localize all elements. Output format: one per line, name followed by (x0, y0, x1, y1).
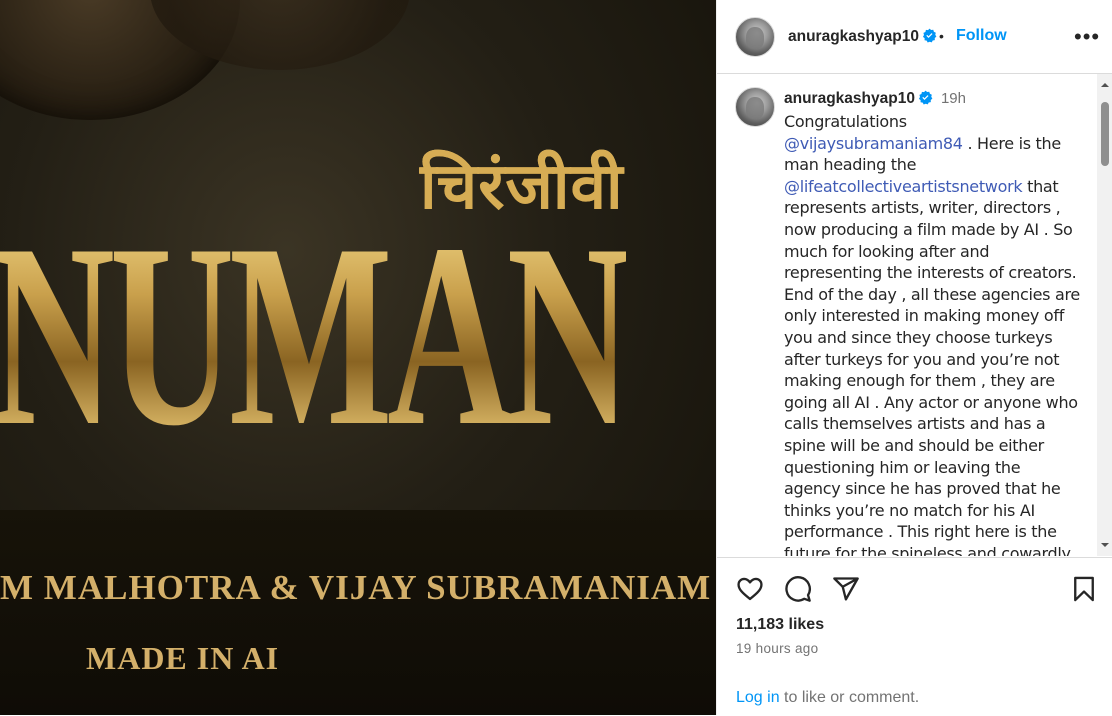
scroll-down-arrow-icon[interactable] (1100, 540, 1110, 550)
poster-main-title: NUMAN (0, 200, 632, 470)
avatar[interactable] (735, 17, 775, 57)
scroll-up-arrow-icon[interactable] (1100, 80, 1110, 90)
bookmark-icon[interactable] (1070, 575, 1098, 603)
comments-scrollbar[interactable] (1097, 74, 1112, 556)
scrollbar-thumb[interactable] (1101, 102, 1109, 166)
poster-credits: M MALHOTRA & VIJAY SUBRAMANIAM (0, 568, 712, 607)
post-image[interactable]: चिरंजीवी NUMAN M MALHOTRA & VIJAY SUBRAM… (0, 0, 716, 715)
verified-badge-icon (918, 90, 933, 105)
caption-header: anuragkashyap10 19h (784, 90, 966, 108)
caption-text-part: Congratulations (784, 112, 907, 131)
login-link[interactable]: Log in (736, 689, 780, 706)
post-header: anuragkashyap10 • Follow ••• (717, 0, 1112, 74)
heart-icon[interactable] (736, 575, 764, 603)
likes-count[interactable]: 11,183 likes (736, 616, 824, 634)
poster-bottom-band (0, 510, 716, 715)
caption-time[interactable]: 19h (941, 90, 966, 107)
verified-badge-icon (922, 28, 937, 43)
follow-button[interactable]: Follow (956, 27, 1007, 45)
post-timestamp[interactable]: 19 hours ago (736, 641, 818, 656)
poster-tagline: MADE IN AI (86, 640, 280, 676)
comment-icon[interactable] (784, 575, 812, 603)
caption-avatar[interactable] (735, 87, 775, 127)
caption-text: Congratulations @vijaysubramaniam84 . He… (784, 111, 1080, 556)
header-username-wrap[interactable]: anuragkashyap10 (788, 28, 937, 46)
share-icon[interactable] (832, 575, 860, 603)
mention-link[interactable]: @lifeatcollectiveartistsnetwork (784, 177, 1023, 196)
login-prompt: Log in to like or comment. (736, 689, 919, 707)
post-side-panel: anuragkashyap10 • Follow ••• anuragkashy… (716, 0, 1112, 715)
mention-link[interactable]: @vijaysubramaniam84 (784, 134, 963, 153)
comments-section[interactable]: anuragkashyap10 19h Congratulations @vija… (717, 74, 1112, 556)
caption-text-part: that represents artists, writer, directo… (784, 176, 1080, 556)
login-suffix: to like or comment. (779, 689, 920, 706)
post-actions: 11,183 likes 19 hours ago Log in to like… (717, 557, 1112, 716)
caption-username[interactable]: anuragkashyap10 (784, 90, 915, 107)
more-options-icon[interactable]: ••• (1074, 24, 1100, 50)
header-username[interactable]: anuragkashyap10 (788, 28, 919, 45)
separator-dot: • (939, 28, 944, 44)
